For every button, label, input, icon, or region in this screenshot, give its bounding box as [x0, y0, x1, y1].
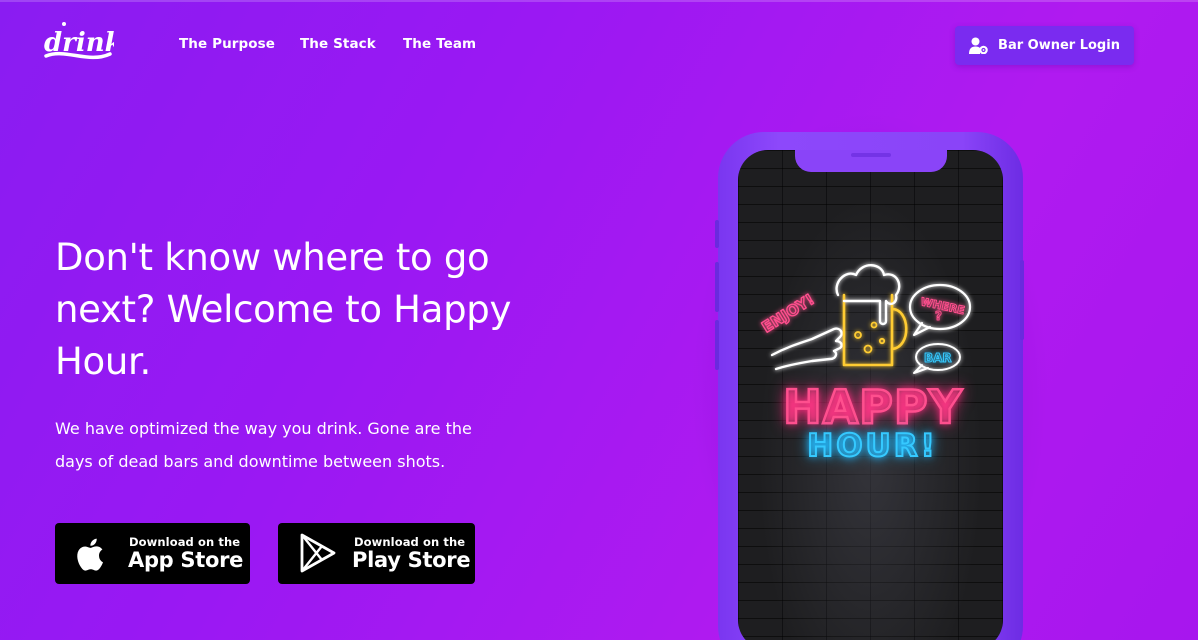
phone-side-button	[715, 220, 719, 248]
bar-owner-login-button[interactable]: Bar Owner Login	[955, 26, 1134, 65]
neon-hour-text: HOUR!	[806, 427, 938, 465]
hero-description: We have optimized the way you drink. Gon…	[55, 419, 472, 471]
app-store-small-label: Download on the	[129, 535, 241, 549]
phone-power-button	[1020, 260, 1024, 340]
drinks-logo[interactable]: drinks	[42, 18, 114, 68]
neon-beer-art: ENJOY! WHERE ? BAR	[758, 264, 972, 374]
hero-title: Don't know where to go next? Welcome to …	[55, 236, 512, 383]
app-store-big-label: App Store	[128, 548, 244, 572]
phone-volume-up	[715, 262, 719, 312]
svg-text:?: ?	[935, 309, 942, 323]
user-cog-icon	[969, 37, 988, 54]
nav-link-stack[interactable]: The Stack	[300, 36, 376, 52]
app-store-button[interactable]: Download on the App Store	[55, 523, 250, 584]
play-store-big-label: Play Store	[352, 548, 471, 572]
apple-icon	[77, 538, 103, 571]
phone-speaker	[851, 153, 891, 157]
neon-enjoy-text: ENJOY!	[759, 290, 818, 336]
svg-text:WHERE: WHERE	[919, 295, 966, 317]
neon-happy-text: HAPPY	[782, 379, 963, 436]
play-store-icon	[300, 533, 336, 573]
phone-volume-down	[715, 320, 719, 370]
login-label: Bar Owner Login	[998, 38, 1120, 53]
nav-link-purpose[interactable]: The Purpose	[179, 36, 275, 52]
neon-bar-text: BAR	[924, 351, 952, 365]
play-store-small-label: Download on the	[354, 535, 466, 549]
play-store-button[interactable]: Download on the Play Store	[278, 523, 475, 584]
nav-link-team[interactable]: The Team	[403, 36, 476, 52]
